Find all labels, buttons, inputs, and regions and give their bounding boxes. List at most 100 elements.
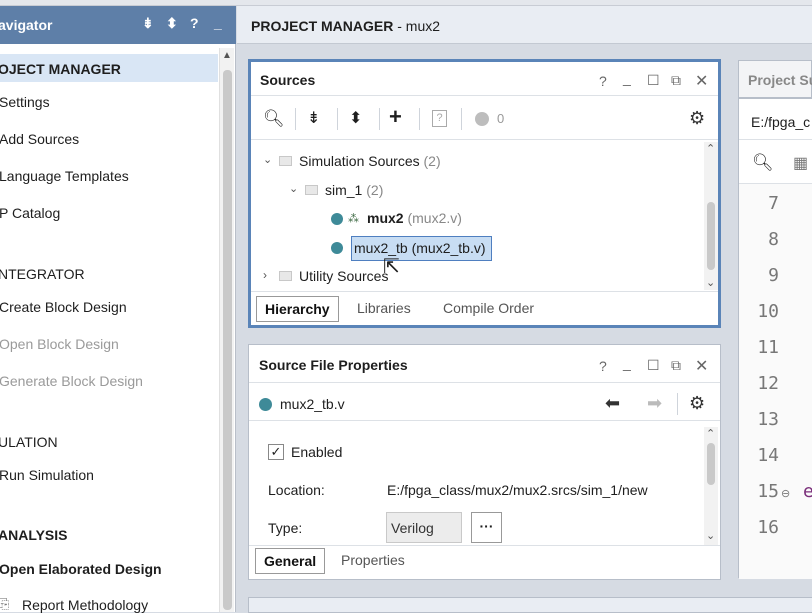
section-simulation[interactable]: ULATION [0, 434, 58, 450]
line-number: 7 [768, 193, 779, 214]
close-icon[interactable]: ✕ [695, 71, 708, 91]
nav-run-simulation[interactable]: Run Simulation [0, 467, 94, 483]
nav-create-block-design[interactable]: Create Block Design [0, 299, 127, 315]
project-summary-tab[interactable]: Project Su [738, 60, 812, 98]
nav-generate-block-design[interactable]: Generate Block Design [0, 373, 143, 389]
search-icon[interactable]: 🔍︎ [263, 109, 285, 129]
settings-gear-icon[interactable]: ⚙ [689, 108, 705, 129]
tab-compile-order[interactable]: Compile Order [435, 296, 542, 320]
tree-mux2-tb-selected[interactable]: mux2_tb (mux2_tb.v) [351, 236, 492, 261]
folder-icon [279, 156, 292, 166]
nav-open-elaborated-design[interactable]: Open Elaborated Design [0, 561, 162, 577]
type-value-field[interactable]: Verilog [386, 512, 462, 543]
scroll-up-icon[interactable]: ⌃ [706, 142, 715, 155]
file-path: E:/fpga_c [751, 114, 811, 130]
maximize-icon[interactable]: ☐ [647, 357, 660, 374]
close-icon[interactable]: ✕ [695, 356, 708, 376]
line-number: 14 [757, 445, 779, 466]
help-icon[interactable]: ? [599, 358, 607, 374]
location-label: Location: [268, 482, 325, 498]
line-number: 8 [768, 229, 779, 250]
search-icon[interactable]: 🔍︎ [752, 153, 774, 173]
source-dot-icon [331, 242, 343, 254]
section-ip-integrator[interactable]: NTEGRATOR [0, 266, 85, 282]
scroll-down-icon[interactable]: ⌄ [706, 276, 715, 289]
navigator-title: avigator [0, 17, 53, 33]
minimize-icon[interactable]: _ [214, 15, 222, 31]
maximize-icon[interactable]: ☐ [647, 72, 660, 89]
project-summary-title: Project Su [748, 72, 812, 88]
tree-file: (mux2.v) [407, 210, 462, 226]
tree-mux2[interactable]: mux2 (mux2.v) [367, 210, 462, 226]
expand-icon[interactable]: ⬍ [166, 15, 178, 32]
collapse-all-icon[interactable]: ⇟ [142, 15, 154, 32]
nav-report-methodology[interactable]: Report Methodology [22, 597, 148, 613]
tree-label: sim_1 [325, 182, 363, 198]
type-more-button[interactable]: ··· [471, 512, 502, 543]
location-value: E:/fpga_class/mux2/mux2.srcs/sim_1/new [387, 482, 648, 498]
scroll-thumb[interactable] [707, 443, 715, 485]
float-icon[interactable]: ⧉ [671, 357, 681, 374]
float-icon[interactable]: ⧉ [671, 72, 681, 89]
scroll-down-icon[interactable]: ⌄ [706, 529, 715, 542]
nav-add-sources[interactable]: Add Sources [0, 131, 79, 147]
type-label: Type: [268, 520, 303, 536]
nav-settings[interactable]: Settings [0, 94, 50, 110]
navigator-scrollbar[interactable]: ▲ [219, 48, 234, 612]
code-line-15: e [803, 481, 812, 502]
save-icon[interactable]: ▦ [793, 153, 808, 173]
page-title-text: PROJECT MANAGER [251, 18, 394, 34]
enabled-checkbox[interactable]: ✓ [268, 444, 284, 460]
scroll-thumb[interactable] [707, 202, 715, 270]
nav-ip-catalog[interactable]: P Catalog [0, 205, 60, 221]
report-icon: ⎘ [0, 596, 10, 611]
section-rtl-analysis[interactable]: ANALYSIS [0, 527, 68, 543]
forward-arrow-icon[interactable]: ➡ [647, 393, 662, 414]
text-editor[interactable]: E:/fpga_c 🔍︎ ▦ 7 8 9 10 11 12 13 14 15 ⊖… [738, 98, 812, 579]
tree-count: (2) [366, 182, 384, 198]
help-icon[interactable]: ? [599, 73, 607, 89]
chevron-down-icon[interactable]: ⌄ [263, 153, 272, 166]
section-project-manager[interactable]: OJECT MANAGER [0, 61, 121, 77]
sources-title: Sources [260, 72, 316, 88]
line-number: 12 [757, 373, 779, 394]
scroll-up-icon[interactable]: ⌃ [706, 427, 715, 440]
chevron-right-icon[interactable]: › [263, 268, 267, 282]
expand-all-icon[interactable]: ⬍ [349, 108, 362, 128]
tab-libraries[interactable]: Libraries [349, 296, 419, 320]
flow-navigator: avigator ⇟ ⬍ ? _ OJECT MANAGER Settings … [0, 6, 236, 613]
line-number: 15 [757, 481, 779, 502]
tree-utility-sources[interactable]: Utility Sources [299, 268, 388, 284]
line-number: 13 [757, 409, 779, 430]
tree-simulation-sources[interactable]: Simulation Sources (2) [299, 153, 441, 169]
source-file-properties-panel: Source File Properties ? _ ☐ ⧉ ✕ mux2_tb… [248, 344, 721, 580]
scroll-up-icon[interactable]: ▲ [222, 50, 232, 61]
fold-icon[interactable]: ⊖ [781, 487, 790, 500]
status-dot-icon [475, 112, 489, 126]
properties-scrollbar[interactable]: ⌃ ⌄ [704, 427, 718, 545]
collapse-all-icon[interactable]: ⇟ [307, 108, 320, 128]
minimize-icon[interactable]: _ [623, 355, 631, 371]
tree-sim-1[interactable]: sim_1 (2) [325, 182, 383, 198]
scroll-thumb[interactable] [223, 70, 232, 610]
navigator-header: avigator ⇟ ⬍ ? _ [0, 6, 236, 44]
minimize-icon[interactable]: _ [623, 70, 631, 86]
add-sources-icon[interactable]: + [389, 104, 402, 130]
tree-count: (2) [423, 153, 441, 169]
source-dot-icon [331, 213, 343, 225]
tab-properties[interactable]: Properties [333, 548, 413, 572]
file-name: mux2_tb.v [280, 396, 345, 412]
folder-icon [305, 185, 318, 195]
nav-language-templates[interactable]: Language Templates [0, 168, 129, 184]
tab-general[interactable]: General [255, 548, 326, 574]
nav-open-block-design[interactable]: Open Block Design [0, 336, 119, 352]
tab-hierarchy[interactable]: Hierarchy [256, 296, 339, 322]
enabled-label: Enabled [291, 444, 343, 460]
back-arrow-icon[interactable]: ⬅ [605, 393, 620, 414]
chevron-down-icon[interactable]: ⌄ [289, 182, 298, 195]
tree-scrollbar[interactable]: ⌃ ⌄ [704, 142, 718, 290]
toolbar-separator [379, 108, 380, 130]
unknown-source-icon[interactable]: ? [432, 110, 447, 127]
settings-gear-icon[interactable]: ⚙ [689, 393, 705, 414]
help-icon[interactable]: ? [190, 15, 199, 31]
